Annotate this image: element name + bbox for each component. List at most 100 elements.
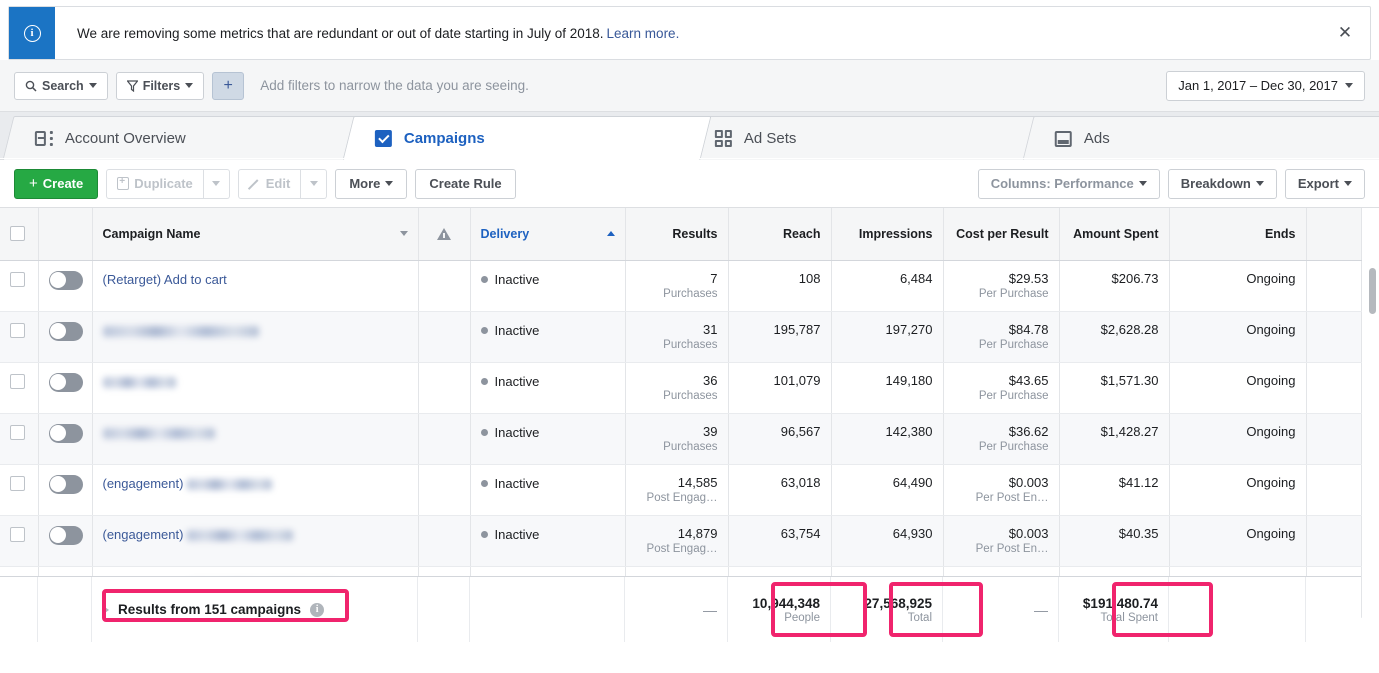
row-select-cell[interactable] xyxy=(0,362,38,413)
breakdown-button[interactable]: Breakdown xyxy=(1168,169,1277,199)
date-range-picker[interactable]: Jan 1, 2017 – Dec 30, 2017 xyxy=(1166,71,1365,101)
cost-per-result-unit: Per Post En… xyxy=(954,543,1049,555)
row-select-cell[interactable] xyxy=(0,260,38,311)
tab-ad-sets[interactable]: Ad Sets xyxy=(683,116,1052,160)
row-status-cell[interactable] xyxy=(38,413,92,464)
table-row[interactable]: Inactive 36Purchases 101,079 149,180 $43… xyxy=(0,362,1361,413)
create-button[interactable]: + Create xyxy=(14,169,98,199)
tab-ads[interactable]: Ads xyxy=(1023,116,1379,160)
delivery-header[interactable]: Delivery xyxy=(470,208,625,260)
warning-cell xyxy=(418,515,470,566)
campaign-name-link[interactable]: (engagement) xyxy=(103,465,408,491)
campaign-name-link[interactable] xyxy=(103,414,408,440)
ends-header[interactable]: Ends xyxy=(1169,208,1306,260)
summary-results-label-cell[interactable]: Results from 151 campaigns i xyxy=(92,577,418,642)
vertical-scrollbar-thumb[interactable] xyxy=(1369,268,1376,314)
row-checkbox[interactable] xyxy=(10,476,25,491)
edit-button[interactable]: Edit xyxy=(238,169,302,199)
row-checkbox[interactable] xyxy=(10,425,25,440)
row-select-cell[interactable] xyxy=(0,464,38,515)
tab-account-overview[interactable]: Account Overview xyxy=(3,116,372,160)
table-row[interactable]: (engagement) Inactive 14,585Post Engag… … xyxy=(0,464,1361,515)
table-row[interactable]: Inactive 39Purchases 96,567 142,380 $36.… xyxy=(0,413,1361,464)
edit-split-button[interactable]: Edit xyxy=(238,169,328,199)
status-toggle[interactable] xyxy=(49,322,83,341)
row-spacer-cell xyxy=(1306,413,1361,464)
row-status-cell[interactable] xyxy=(38,464,92,515)
impressions-header[interactable]: Impressions xyxy=(831,208,943,260)
create-rule-button[interactable]: Create Rule xyxy=(415,169,515,199)
sort-ascending-icon[interactable] xyxy=(607,231,615,236)
delivery-status: Inactive xyxy=(481,312,615,338)
row-checkbox[interactable] xyxy=(10,374,25,389)
search-button[interactable]: Search xyxy=(14,72,108,100)
row-checkbox[interactable] xyxy=(10,527,25,542)
duplicate-dropdown-button[interactable] xyxy=(204,169,230,199)
reach-header[interactable]: Reach xyxy=(728,208,831,260)
cost-per-result-header[interactable]: Cost per Result xyxy=(943,208,1059,260)
ends-cell: Ongoing xyxy=(1169,362,1306,413)
chevron-down-icon xyxy=(385,181,393,186)
edit-dropdown-button[interactable] xyxy=(301,169,327,199)
chevron-down-icon xyxy=(1345,83,1353,88)
row-checkbox[interactable] xyxy=(10,272,25,287)
amount-spent-header[interactable]: Amount Spent xyxy=(1059,208,1169,260)
row-select-cell[interactable] xyxy=(0,413,38,464)
row-status-cell[interactable] xyxy=(38,260,92,311)
campaign-name-cell[interactable]: (engagement) xyxy=(92,515,418,566)
select-all-header[interactable] xyxy=(0,208,38,260)
summary-results-toggle[interactable]: Results from 151 campaigns i xyxy=(102,602,407,617)
campaign-name-cell[interactable]: (engagement) xyxy=(92,464,418,515)
chevron-down-icon[interactable] xyxy=(400,231,408,236)
tab-campaigns[interactable]: Campaigns xyxy=(343,116,712,160)
columns-button[interactable]: Columns: Performance xyxy=(978,169,1160,199)
delivery-cell: Inactive xyxy=(470,464,625,515)
campaign-name-cell[interactable] xyxy=(92,362,418,413)
impressions-value: 64,490 xyxy=(842,465,933,490)
row-status-cell[interactable] xyxy=(38,515,92,566)
summary-delivery-cell xyxy=(470,577,625,642)
campaign-name-link[interactable]: (engagement) xyxy=(103,516,408,542)
status-toggle[interactable] xyxy=(49,424,83,443)
row-select-cell[interactable] xyxy=(0,311,38,362)
results-header[interactable]: Results xyxy=(625,208,728,260)
campaign-name-header[interactable]: Campaign Name xyxy=(92,208,418,260)
campaign-name-link[interactable] xyxy=(103,363,408,389)
row-status-cell[interactable] xyxy=(38,311,92,362)
summary-cpr-cell: — xyxy=(943,577,1059,642)
impressions-value: 197,270 xyxy=(842,312,933,337)
duplicate-split-button[interactable]: Duplicate xyxy=(106,169,230,199)
learn-more-link[interactable]: Learn more. xyxy=(607,26,680,41)
select-all-checkbox[interactable] xyxy=(10,226,25,241)
campaign-name-link[interactable] xyxy=(103,312,408,338)
table-row[interactable]: Inactive 31Purchases 195,787 197,270 $84… xyxy=(0,311,1361,362)
close-icon[interactable]: ✕ xyxy=(1320,7,1370,59)
status-toggle[interactable] xyxy=(49,373,83,392)
row-status-cell[interactable] xyxy=(38,362,92,413)
warning-triangle-icon xyxy=(437,228,451,240)
add-filter-button[interactable]: + xyxy=(212,72,244,100)
table-row[interactable]: (Retarget) Add to cart Inactive 7Purchas… xyxy=(0,260,1361,311)
amount-spent-cell: $40.35 xyxy=(1059,515,1169,566)
chevron-right-icon[interactable] xyxy=(102,605,109,615)
delivery-cell: Inactive xyxy=(470,260,625,311)
campaign-name-cell[interactable] xyxy=(92,413,418,464)
status-toggle[interactable] xyxy=(49,526,83,545)
filters-button[interactable]: Filters xyxy=(116,72,205,100)
results-cell: 36Purchases xyxy=(625,362,728,413)
campaign-name-cell[interactable]: (Retarget) Add to cart xyxy=(92,260,418,311)
reach-cell: 63,754 xyxy=(728,515,831,566)
info-icon[interactable]: i xyxy=(310,603,324,617)
row-checkbox[interactable] xyxy=(10,323,25,338)
status-toggle[interactable] xyxy=(49,271,83,290)
campaign-name-link[interactable]: (Retarget) Add to cart xyxy=(103,261,408,287)
status-toggle[interactable] xyxy=(49,475,83,494)
export-button[interactable]: Export xyxy=(1285,169,1365,199)
row-select-cell[interactable] xyxy=(0,515,38,566)
table-row[interactable]: (engagement) Inactive 14,879Post Engag… … xyxy=(0,515,1361,566)
campaign-name-cell[interactable] xyxy=(92,311,418,362)
header-spacer xyxy=(1306,208,1361,260)
cost-per-result-header-label: Cost per Result xyxy=(956,227,1048,241)
duplicate-button[interactable]: Duplicate xyxy=(106,169,204,199)
more-button[interactable]: More xyxy=(335,169,407,199)
